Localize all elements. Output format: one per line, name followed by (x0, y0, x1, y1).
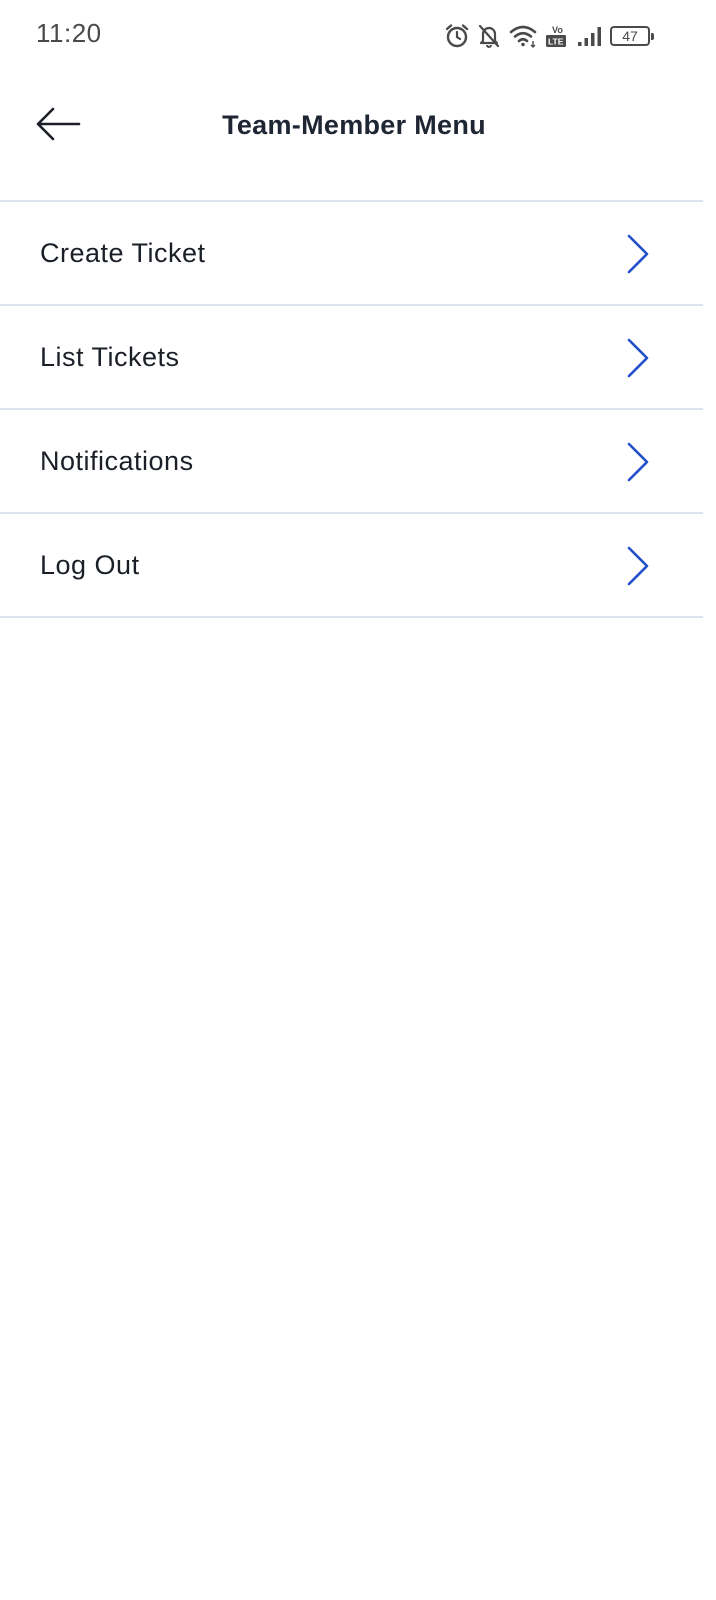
menu-item-label: Log Out (40, 549, 140, 580)
signal-icon (576, 21, 604, 51)
status-time: 11:20 (36, 18, 102, 48)
page-title: Team-Member Menu (222, 110, 486, 140)
volte-icon: Vo LTE (544, 21, 570, 51)
battery-level: 47 (610, 26, 654, 46)
chevron-right-icon (622, 440, 652, 484)
chevron-right-icon (622, 336, 652, 380)
status-icons: Vo LTE 47 (444, 20, 654, 52)
alarm-icon (444, 21, 470, 51)
menu-item-label: Notifications (40, 445, 194, 476)
menu-item-notifications[interactable]: Notifications (0, 410, 703, 514)
menu-item-log-out[interactable]: Log Out (0, 514, 703, 618)
chevron-right-icon (622, 544, 652, 588)
menu-item-list-tickets[interactable]: List Tickets (0, 306, 703, 410)
status-bar: 11:20 Vo LTE 47 (0, 0, 716, 72)
header: Team-Member Menu (0, 72, 716, 200)
battery-icon: 47 (610, 21, 654, 51)
wifi-icon (508, 21, 538, 51)
svg-text:LTE: LTE (548, 37, 564, 47)
chevron-right-icon (622, 232, 652, 276)
svg-text:Vo: Vo (552, 25, 563, 35)
menu-item-label: Create Ticket (40, 237, 206, 268)
menu-list: Create Ticket List Tickets Notifications… (0, 200, 703, 618)
menu-item-create-ticket[interactable]: Create Ticket (0, 202, 703, 306)
bell-off-icon (476, 21, 502, 51)
menu-item-label: List Tickets (40, 341, 180, 372)
